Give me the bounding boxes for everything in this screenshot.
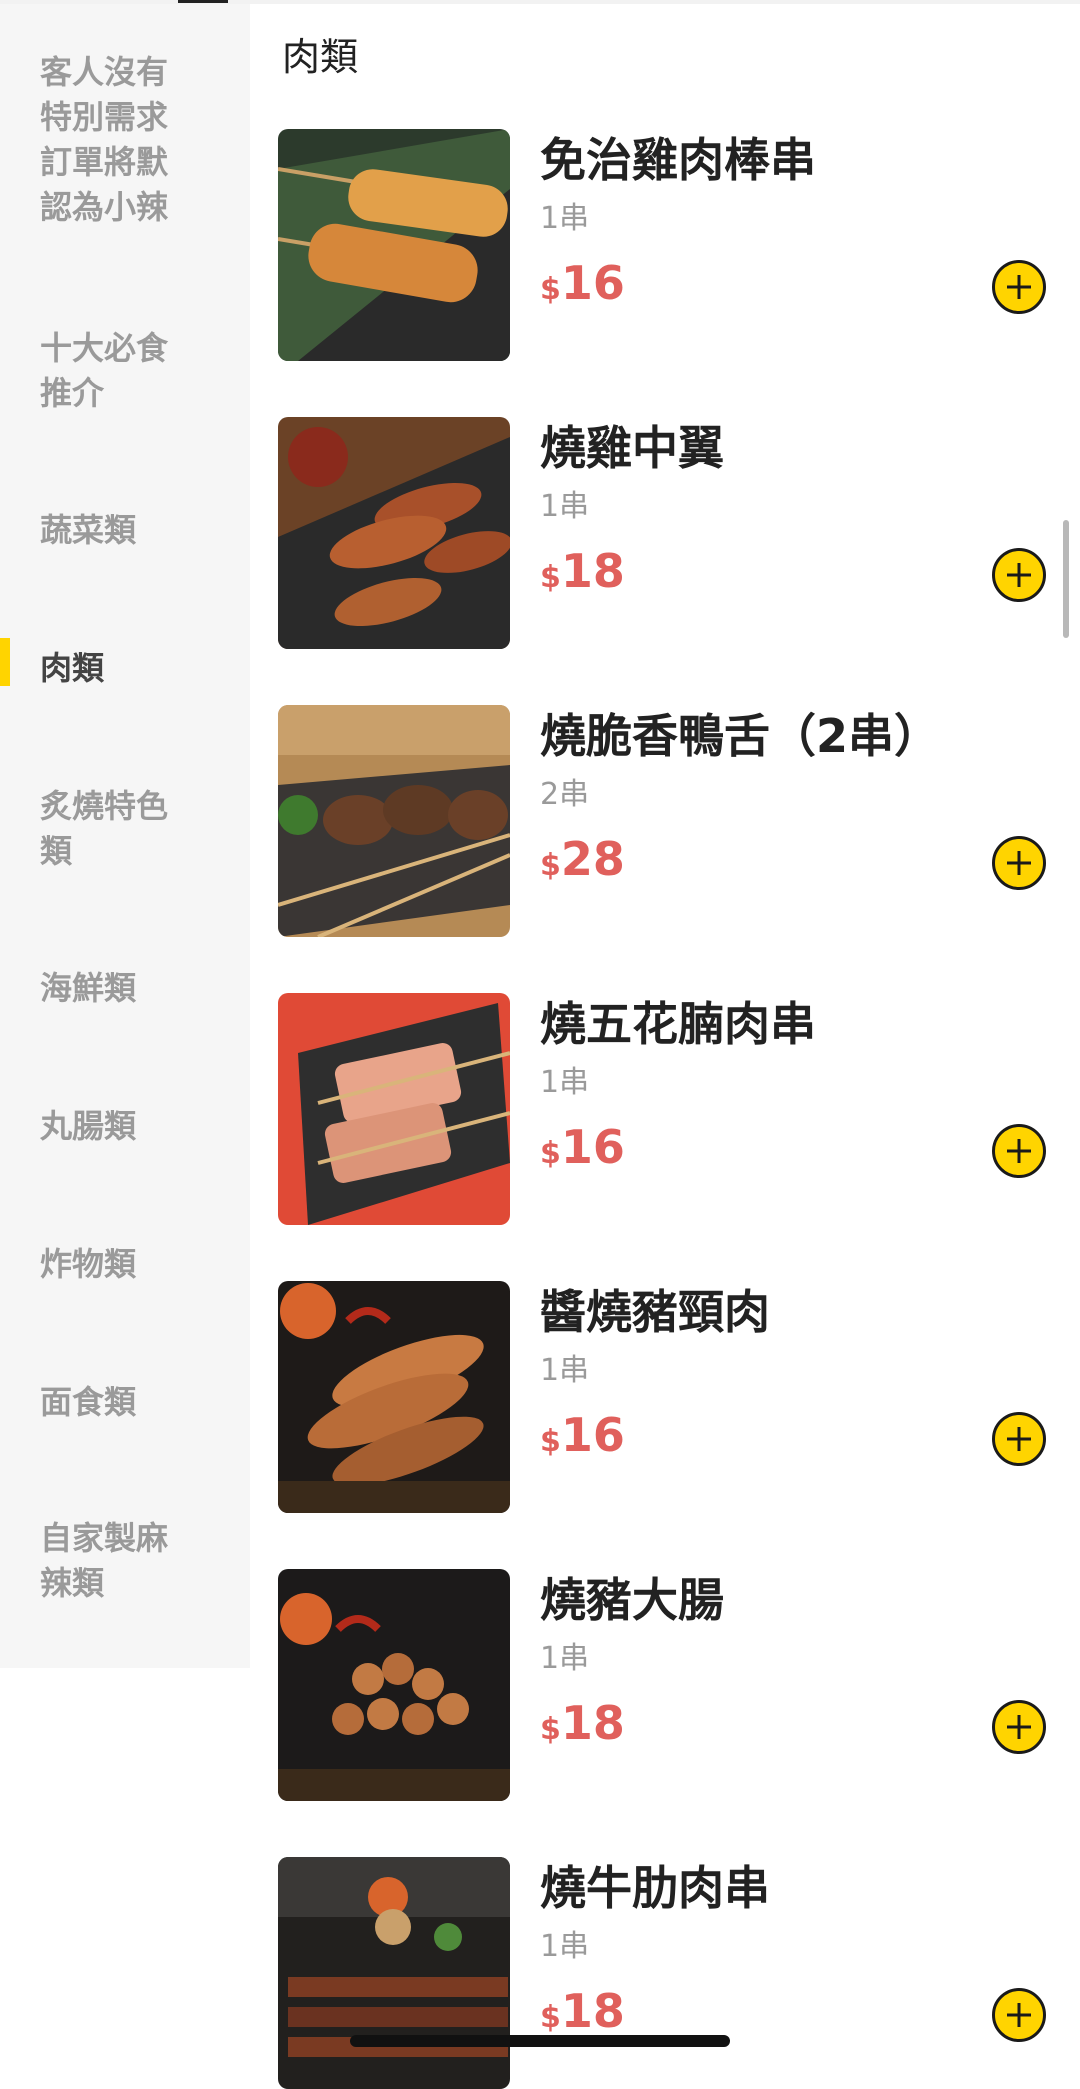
sidebar-item-spice-note[interactable]: 客人沒有 特別需求 訂單將默 認為小辣 xyxy=(40,50,240,230)
sidebar-item-noodles[interactable]: 面食類 xyxy=(40,1380,240,1425)
add-to-cart-button[interactable] xyxy=(992,548,1046,602)
sidebar-item-vegetables[interactable]: 蔬菜類 xyxy=(40,508,240,553)
add-to-cart-button[interactable] xyxy=(992,1124,1046,1178)
sidebar-item-fried[interactable]: 炸物類 xyxy=(40,1242,240,1287)
product-price: $18 xyxy=(540,541,625,612)
price-currency: $ xyxy=(540,1136,561,1171)
price-amount: 18 xyxy=(560,1984,625,2038)
product-image xyxy=(278,1857,510,2089)
product-image xyxy=(278,705,510,937)
sidebar-item-seared-specials[interactable]: 炙燒特色 類 xyxy=(40,784,240,874)
price-amount: 16 xyxy=(560,256,625,310)
product-unit: 1串 xyxy=(540,1353,590,1388)
product-item[interactable]: 燒雞中翼 1串 $18 xyxy=(278,417,1068,649)
product-item[interactable]: 免治雞肉棒串 1串 $16 xyxy=(278,129,1068,361)
active-category-marker xyxy=(0,638,10,686)
product-name: 燒豬大腸 xyxy=(540,1573,724,1627)
category-sidebar: 客人沒有 特別需求 訂單將默 認為小辣 十大必食 推介 蔬菜類 肉類 炙燒特色 … xyxy=(0,4,250,1668)
add-to-cart-button[interactable] xyxy=(992,1700,1046,1754)
price-currency: $ xyxy=(540,1712,561,1747)
product-image xyxy=(278,993,510,1225)
price-currency: $ xyxy=(540,2000,561,2035)
sidebar-item-meat[interactable]: 肉類 xyxy=(40,646,240,691)
product-image xyxy=(278,417,510,649)
product-image xyxy=(278,129,510,361)
product-unit: 1串 xyxy=(540,1929,590,1964)
price-currency: $ xyxy=(540,560,561,595)
product-price: $18 xyxy=(540,1693,625,1764)
product-name: 燒脆香鴨舌（2串） xyxy=(540,709,941,763)
add-to-cart-button[interactable] xyxy=(992,1988,1046,2042)
sidebar-item-seafood[interactable]: 海鮮類 xyxy=(40,966,240,1011)
status-notch xyxy=(178,0,228,3)
product-name: 燒牛肋肉串 xyxy=(540,1861,770,1915)
product-name: 免治雞肉棒串 xyxy=(540,133,816,187)
product-unit: 2串 xyxy=(540,777,590,812)
product-item[interactable]: 燒牛肋肉串 1串 $18 xyxy=(278,1857,1068,2089)
price-currency: $ xyxy=(540,1424,561,1459)
scrollbar[interactable] xyxy=(1063,520,1069,638)
price-amount: 16 xyxy=(560,1408,625,1462)
home-indicator[interactable] xyxy=(350,2035,730,2047)
product-item[interactable]: 燒豬大腸 1串 $18 xyxy=(278,1569,1068,1801)
add-to-cart-button[interactable] xyxy=(992,260,1046,314)
product-price: $16 xyxy=(540,253,625,324)
product-name: 燒五花腩肉串 xyxy=(540,997,816,1051)
price-amount: 16 xyxy=(560,1120,625,1174)
price-amount: 18 xyxy=(560,1696,625,1750)
product-unit: 1串 xyxy=(540,489,590,524)
product-item[interactable]: 燒脆香鴨舌（2串） 2串 $28 xyxy=(278,705,1068,937)
product-name: 燒雞中翼 xyxy=(540,421,724,475)
product-item[interactable]: 燒五花腩肉串 1串 $16 xyxy=(278,993,1068,1225)
product-price: $28 xyxy=(540,829,625,900)
product-image xyxy=(278,1281,510,1513)
price-currency: $ xyxy=(540,272,561,307)
product-unit: 1串 xyxy=(540,201,590,236)
add-to-cart-button[interactable] xyxy=(992,1412,1046,1466)
product-item[interactable]: 醬燒豬頸肉 1串 $16 xyxy=(278,1281,1068,1513)
product-unit: 1串 xyxy=(540,1641,590,1676)
product-unit: 1串 xyxy=(540,1065,590,1100)
product-price: $16 xyxy=(540,1405,625,1476)
sidebar-item-top-ten[interactable]: 十大必食 推介 xyxy=(40,326,240,416)
product-price: $16 xyxy=(540,1117,625,1188)
add-to-cart-button[interactable] xyxy=(992,836,1046,890)
price-currency: $ xyxy=(540,848,561,883)
product-image xyxy=(278,1569,510,1801)
product-name: 醬燒豬頸肉 xyxy=(540,1285,770,1339)
section-title: 肉類 xyxy=(282,35,359,79)
price-amount: 28 xyxy=(560,832,625,886)
sidebar-item-balls-sausages[interactable]: 丸腸類 xyxy=(40,1104,240,1149)
price-amount: 18 xyxy=(560,544,625,598)
sidebar-item-homemade-spicy[interactable]: 自家製麻 辣類 xyxy=(40,1516,240,1606)
